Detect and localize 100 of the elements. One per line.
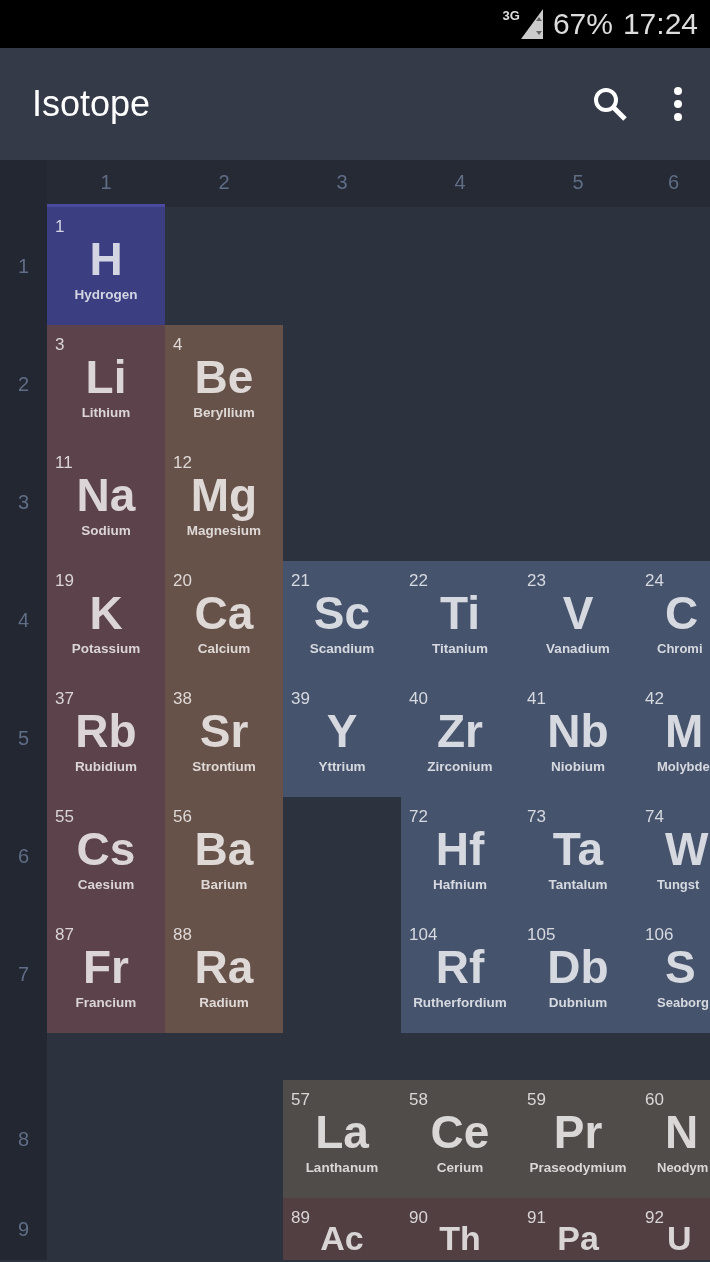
- element-tile[interactable]: 90 Th: [401, 1198, 519, 1260]
- atomic-number: 37: [55, 689, 74, 709]
- element-symbol: Mg: [189, 468, 259, 523]
- element-tile[interactable]: 19 K Potassium: [47, 561, 165, 679]
- element-tile[interactable]: 24 C Chromi: [637, 561, 710, 679]
- element-tile[interactable]: 37 Rb Rubidium: [47, 679, 165, 797]
- network-type: 3G: [502, 9, 520, 22]
- element-name: Lanthanum: [304, 1160, 380, 1175]
- element-name: Scandium: [308, 641, 376, 656]
- element-name: Yttrium: [317, 759, 367, 774]
- element-symbol: U: [667, 1218, 693, 1258]
- element-tile[interactable]: 3 Li Lithium: [47, 325, 165, 443]
- element-tile[interactable]: 106 S Seaborg: [637, 915, 710, 1033]
- atomic-number: 91: [527, 1208, 546, 1228]
- element-tile[interactable]: 20 Ca Calcium: [165, 561, 283, 679]
- element-tile[interactable]: 56 Ba Barium: [165, 797, 283, 915]
- element-symbol: C: [665, 586, 700, 641]
- battery-level: 67%: [552, 7, 613, 41]
- column-header[interactable]: 3: [283, 160, 401, 207]
- element-tile[interactable]: 74 W Tungst: [637, 797, 710, 915]
- element-name: Lithium: [80, 405, 132, 420]
- column-header[interactable]: 1: [47, 160, 165, 207]
- element-symbol: Ce: [429, 1105, 491, 1160]
- atomic-number: 42: [645, 689, 664, 709]
- element-tile[interactable]: 38 Sr Strontium: [165, 679, 283, 797]
- element-name: Caesium: [76, 877, 136, 892]
- atomic-number: 57: [291, 1090, 310, 1110]
- row-header: 9: [0, 1198, 47, 1260]
- row-header: 1: [0, 207, 47, 325]
- element-tile[interactable]: 89 Ac: [283, 1198, 401, 1260]
- element-tile[interactable]: 12 Mg Magnesium: [165, 443, 283, 561]
- element-tile[interactable]: 41 Nb Niobium: [519, 679, 637, 797]
- element-tile[interactable]: 42 M Molybde: [637, 679, 710, 797]
- element-tile[interactable]: 21 Sc Scandium: [283, 561, 401, 679]
- element-tile[interactable]: 58 Ce Cerium: [401, 1080, 519, 1198]
- element-tile[interactable]: 59 Pr Praseodymium: [519, 1080, 637, 1198]
- element-name: Tantalum: [547, 877, 609, 892]
- atomic-number: 41: [527, 689, 546, 709]
- element-tile[interactable]: 57 La Lanthanum: [283, 1080, 401, 1198]
- element-tile[interactable]: 87 Fr Francium: [47, 915, 165, 1033]
- element-name: Cerium: [435, 1160, 485, 1175]
- column-header[interactable]: 5: [519, 160, 637, 207]
- element-symbol: Li: [84, 350, 128, 405]
- element-symbol: Ti: [438, 586, 482, 641]
- element-tile[interactable]: 73 Ta Tantalum: [519, 797, 637, 915]
- element-tile[interactable]: 104 Rf Rutherfordium: [401, 915, 519, 1033]
- atomic-number: 90: [409, 1208, 428, 1228]
- row-header: 3: [0, 443, 47, 561]
- atomic-number: 74: [645, 807, 664, 827]
- element-tile[interactable]: 55 Cs Caesium: [47, 797, 165, 915]
- element-symbol: Hf: [434, 822, 486, 877]
- element-tile[interactable]: 105 Db Dubnium: [519, 915, 637, 1033]
- element-name: Vanadium: [545, 641, 611, 656]
- element-name: Hafnium: [432, 877, 488, 892]
- element-symbol: Ta: [551, 822, 605, 877]
- element-symbol: Fr: [82, 940, 130, 995]
- app-title: Isotope: [32, 83, 152, 125]
- atomic-number: 72: [409, 807, 428, 827]
- element-name: Francium: [74, 995, 138, 1010]
- element-symbol: Th: [438, 1218, 482, 1258]
- column-header[interactable]: 4: [401, 160, 519, 207]
- element-name: Beryllium: [192, 405, 256, 420]
- element-tile[interactable]: 23 V Vanadium: [519, 561, 637, 679]
- element-tile[interactable]: 72 Hf Hafnium: [401, 797, 519, 915]
- element-tile[interactable]: 4 Be Beryllium: [165, 325, 283, 443]
- element-tile[interactable]: 60 N Neodym: [637, 1080, 710, 1198]
- element-tile[interactable]: 91 Pa: [519, 1198, 637, 1260]
- element-tile[interactable]: 88 Ra Radium: [165, 915, 283, 1033]
- column-header[interactable]: 6: [637, 160, 710, 207]
- column-header[interactable]: 2: [165, 160, 283, 207]
- element-name: Zirconium: [426, 759, 494, 774]
- element-tile[interactable]: 11 Na Sodium: [47, 443, 165, 561]
- menu-icon[interactable]: [674, 87, 682, 121]
- element-symbol: W: [665, 822, 710, 877]
- element-symbol: Be: [193, 350, 255, 405]
- element-symbol: V: [561, 586, 595, 641]
- element-symbol: Ba: [193, 822, 255, 877]
- element-symbol: Ca: [193, 586, 255, 641]
- element-name: Titanium: [431, 641, 489, 656]
- element-symbol: Na: [75, 468, 137, 523]
- element-symbol: Sr: [198, 704, 250, 759]
- element-tile[interactable]: 22 Ti Titanium: [401, 561, 519, 679]
- element-symbol: Ac: [319, 1218, 365, 1258]
- element-tile[interactable]: 40 Zr Zirconium: [401, 679, 519, 797]
- element-symbol: Pr: [552, 1105, 604, 1160]
- atomic-number: 22: [409, 571, 428, 591]
- atomic-number: 39: [291, 689, 310, 709]
- element-name: Strontium: [191, 759, 257, 774]
- element-tile[interactable]: 1 H Hydrogen: [47, 207, 165, 325]
- atomic-number: 60: [645, 1090, 664, 1110]
- element-name: Sodium: [80, 523, 132, 538]
- element-symbol: K: [88, 586, 124, 641]
- row-header: 2: [0, 325, 47, 443]
- element-tile[interactable]: 39 Y Yttrium: [283, 679, 401, 797]
- element-name: Rubidium: [73, 759, 139, 774]
- atomic-number: 20: [173, 571, 192, 591]
- element-name: Praseodymium: [528, 1160, 628, 1175]
- search-icon[interactable]: [592, 86, 628, 122]
- element-name: Radium: [198, 995, 250, 1010]
- atomic-number: 19: [55, 571, 74, 591]
